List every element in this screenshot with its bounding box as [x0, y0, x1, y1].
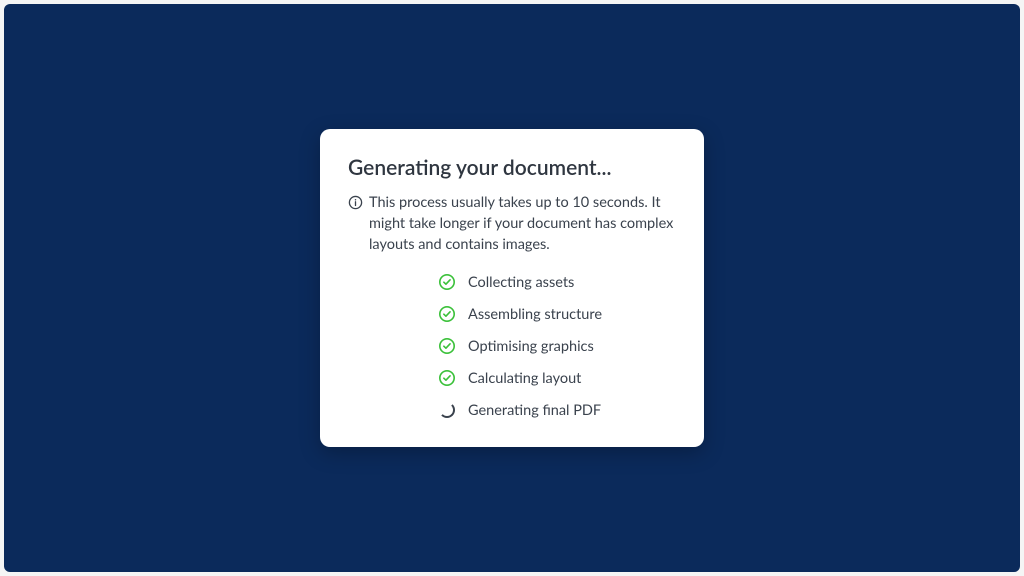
check-circle-icon	[438, 273, 456, 291]
step-label: Assembling structure	[468, 306, 602, 323]
progress-step: Optimising graphics	[438, 337, 676, 355]
step-label: Optimising graphics	[468, 338, 594, 355]
progress-step: Generating final PDF	[438, 401, 676, 419]
info-text: This process usually takes up to 10 seco…	[369, 192, 676, 255]
check-circle-icon	[438, 337, 456, 355]
step-label: Calculating layout	[468, 370, 581, 387]
check-circle-icon	[438, 369, 456, 387]
check-circle-icon	[438, 305, 456, 323]
progress-steps: Collecting assets Assembling structure	[348, 273, 676, 419]
modal-backdrop: Generating your document... This process…	[4, 4, 1020, 572]
dialog-title: Generating your document...	[348, 155, 676, 180]
progress-step: Collecting assets	[438, 273, 676, 291]
info-icon	[348, 195, 363, 210]
step-label: Generating final PDF	[468, 402, 601, 419]
info-message: This process usually takes up to 10 seco…	[348, 192, 676, 255]
progress-step: Calculating layout	[438, 369, 676, 387]
progress-dialog: Generating your document... This process…	[320, 129, 704, 447]
step-label: Collecting assets	[468, 274, 574, 291]
progress-step: Assembling structure	[438, 305, 676, 323]
spinner-icon	[438, 401, 456, 419]
